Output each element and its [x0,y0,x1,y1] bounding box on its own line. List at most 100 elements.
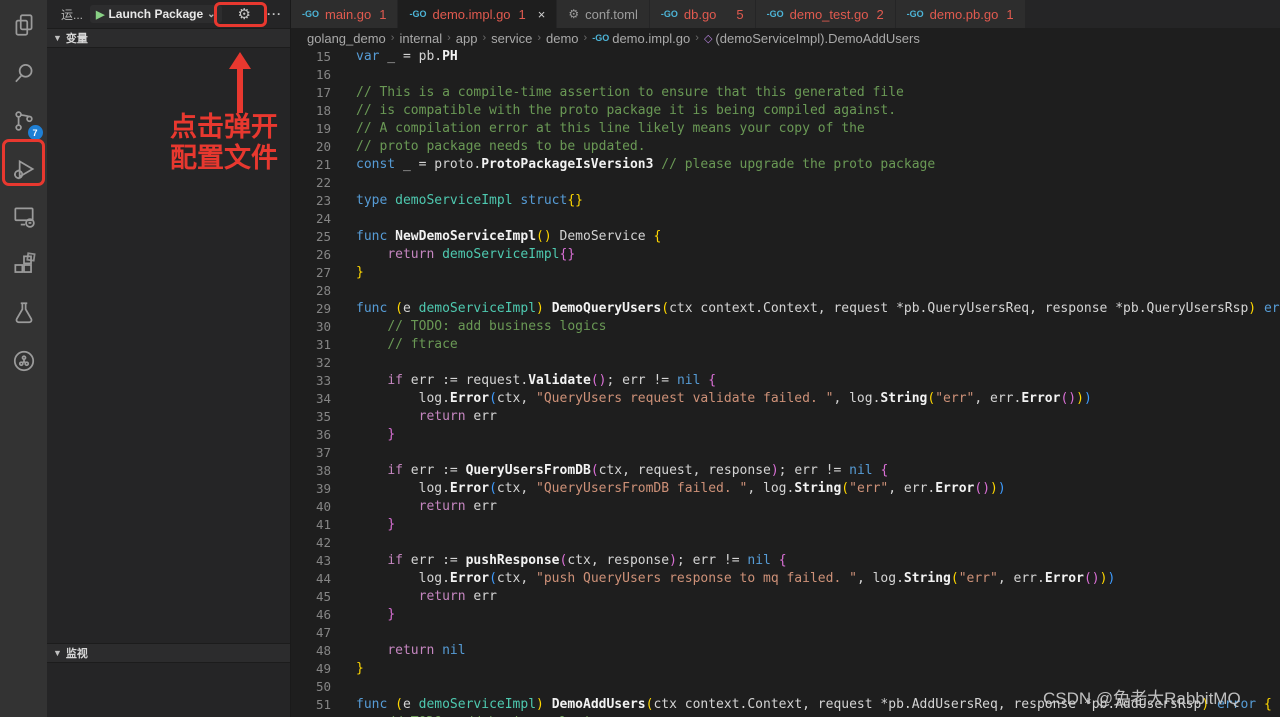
line-number: 16 [291,66,331,84]
code-text: // ftrace [331,336,458,354]
close-icon[interactable]: × [538,7,546,22]
go-file-icon: -GO [907,9,924,19]
extensions-icon[interactable] [7,248,41,282]
explorer-icon[interactable] [7,8,41,42]
breadcrumb-item-golang_demo[interactable]: golang_demo [307,31,386,46]
code-line-16[interactable]: 16 [291,66,1280,84]
code-line-17[interactable]: 17// This is a compile-time assertion to… [291,84,1280,102]
code-text [331,624,356,642]
code-text: const _ = proto.ProtoPackageIsVersion3 /… [331,156,935,174]
annotation-line2: 配置文件 [170,143,278,174]
code-line-42[interactable]: 42 [291,534,1280,552]
line-number: 26 [291,246,331,264]
tab-demo.pb.go[interactable]: -GOdemo.pb.go1 [896,0,1025,28]
code-line-29[interactable]: 29func (e demoServiceImpl) DemoQueryUser… [291,300,1280,318]
code-text [331,534,356,552]
code-line-49[interactable]: 49} [291,660,1280,678]
go-file-icon: -GO [767,9,784,19]
source-control-icon[interactable]: 7 [7,104,41,138]
code-line-43[interactable]: 43 if err := pushResponse(ctx, response)… [291,552,1280,570]
tab-demo_test.go[interactable]: -GOdemo_test.go2 [756,0,895,28]
breadcrumb-separator: › [537,32,541,44]
profiler-icon[interactable] [7,344,41,378]
breadcrumb-separator: › [695,32,699,44]
breadcrumb-item-service[interactable]: service [491,31,532,46]
line-number: 44 [291,570,331,588]
code-line-28[interactable]: 28 [291,282,1280,300]
tab-problems-badge: 1 [379,7,386,22]
code-line-39[interactable]: 39 log.Error(ctx, "QueryUsersFromDB fail… [291,480,1280,498]
code-line-41[interactable]: 41 } [291,516,1280,534]
line-number: 35 [291,408,331,426]
tab-demo.impl.go[interactable]: -GOdemo.impl.go1× [398,0,556,28]
line-number: 30 [291,318,331,336]
more-actions-icon[interactable]: ··· [267,7,282,21]
code-line-33[interactable]: 33 if err := request.Validate(); err != … [291,372,1280,390]
tab-db.go[interactable]: -GOdb.go5 [650,0,755,28]
go-file-icon: -GO [409,9,426,19]
annotation-line1: 点击弹开 [170,112,278,143]
code-line-25[interactable]: 25func NewDemoServiceImpl() DemoService … [291,228,1280,246]
code-line-22[interactable]: 22 [291,174,1280,192]
code-text: } [331,606,395,624]
code-line-47[interactable]: 47 [291,624,1280,642]
line-number: 34 [291,390,331,408]
launch-config-dropdown[interactable]: ▶ Launch Package ⌄ [90,5,222,23]
code-line-35[interactable]: 35 return err [291,408,1280,426]
search-icon[interactable] [7,56,41,90]
tab-label: demo_test.go [790,7,869,22]
code-line-37[interactable]: 37 [291,444,1280,462]
variables-section-header[interactable]: ▼ 变量 [47,28,290,48]
line-number: 40 [291,498,331,516]
code-line-40[interactable]: 40 return err [291,498,1280,516]
breadcrumb-symbol[interactable]: (demoServiceImpl).DemoAddUsers [715,31,919,46]
code-line-36[interactable]: 36 } [291,426,1280,444]
code-line-44[interactable]: 44 log.Error(ctx, "push QueryUsers respo… [291,570,1280,588]
code-line-30[interactable]: 30 // TODO: add business logics [291,318,1280,336]
watch-section-header[interactable]: ▼ 监视 [47,643,290,663]
code-line-27[interactable]: 27} [291,264,1280,282]
code-line-32[interactable]: 32 [291,354,1280,372]
line-number: 36 [291,426,331,444]
code-text: } [331,660,364,678]
code-line-46[interactable]: 46 } [291,606,1280,624]
run-label: 运... [61,6,82,23]
code-line-18[interactable]: 18// is compatible with the proto packag… [291,102,1280,120]
tab-label: main.go [325,7,371,22]
breadcrumb-item-app[interactable]: app [456,31,478,46]
line-number: 15 [291,48,331,66]
tab-conf.toml[interactable]: ⚙conf.toml [557,0,649,28]
start-debug-icon[interactable]: ▶ [96,8,104,21]
breadcrumb-file[interactable]: demo.impl.go [612,31,690,46]
code-editor[interactable]: 15var _ = pb.PH1617// This is a compile-… [291,48,1280,717]
code-line-21[interactable]: 21const _ = proto.ProtoPackageIsVersion3… [291,156,1280,174]
annotation-arrow-tail [237,68,243,113]
remote-explorer-icon[interactable] [7,200,41,234]
code-line-31[interactable]: 31 // ftrace [291,336,1280,354]
code-text: } [331,426,395,444]
code-line-24[interactable]: 24 [291,210,1280,228]
go-file-icon: -GO [661,9,678,19]
code-line-19[interactable]: 19// A compilation error at this line li… [291,120,1280,138]
code-line-20[interactable]: 20// proto package needs to be updated. [291,138,1280,156]
line-number: 23 [291,192,331,210]
code-line-48[interactable]: 48 return nil [291,642,1280,660]
testing-icon[interactable] [7,296,41,330]
breadcrumb-item-demo[interactable]: demo [546,31,579,46]
code-line-45[interactable]: 45 return err [291,588,1280,606]
go-file-icon: -GO [592,33,609,43]
breadcrumb-separator: › [391,32,395,44]
code-text: } [331,264,364,282]
code-line-26[interactable]: 26 return demoServiceImpl{} [291,246,1280,264]
line-number: 38 [291,462,331,480]
code-line-15[interactable]: 15var _ = pb.PH [291,48,1280,66]
code-line-34[interactable]: 34 log.Error(ctx, "QueryUsers request va… [291,390,1280,408]
line-number: 18 [291,102,331,120]
line-number: 17 [291,84,331,102]
code-text: return err [331,408,497,426]
tab-main.go[interactable]: -GOmain.go1 [291,0,397,28]
line-number: 39 [291,480,331,498]
code-line-38[interactable]: 38 if err := QueryUsersFromDB(ctx, reque… [291,462,1280,480]
code-line-23[interactable]: 23type demoServiceImpl struct{} [291,192,1280,210]
breadcrumb-item-internal[interactable]: internal [399,31,442,46]
